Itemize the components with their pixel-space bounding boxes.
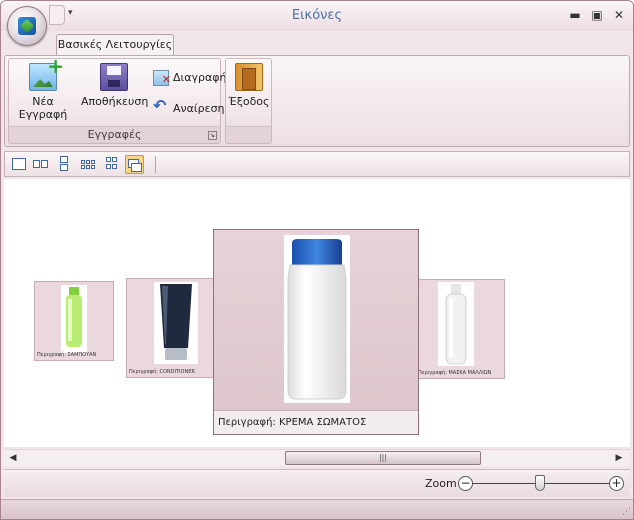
item-caption: Περιγραφή: ΜΑΣΚΑ ΜΑΛΛΙΩΝ	[418, 370, 492, 376]
carousel-view-icon[interactable]	[125, 155, 144, 174]
carousel-item[interactable]: Περιγραφή: CONDITIONER	[126, 278, 214, 378]
zoom-in-button[interactable]: +	[609, 476, 624, 491]
new-record-button[interactable]: Νέα Εγγραφή	[11, 54, 75, 121]
product-image	[284, 235, 350, 403]
new-record-label: Νέα Εγγραφή	[18, 95, 68, 121]
horizontal-scrollbar[interactable]: ◀ ||| ▶	[4, 449, 630, 466]
close-button[interactable]: ✕	[610, 7, 628, 23]
new-image-icon	[29, 54, 64, 91]
save-disk-icon	[100, 63, 128, 91]
status-bar: ⋰	[1, 499, 633, 519]
selected-carousel-item[interactable]: Περιγραφή: ΚΡΕΜΑ ΣΩΜΑΤΟΣ	[213, 229, 419, 435]
zoom-slider-thumb[interactable]	[535, 475, 545, 491]
scroll-left-icon[interactable]: ◀	[6, 451, 20, 465]
resize-grip-icon[interactable]: ⋰	[622, 507, 631, 517]
grid-view-icon[interactable]	[102, 155, 121, 174]
exit-group-label	[226, 126, 271, 142]
exit-label: Έξοδος	[228, 95, 270, 108]
delete-label: Διαγραφή	[173, 71, 227, 84]
product-image	[154, 282, 198, 364]
application-menu-button[interactable]	[7, 6, 47, 46]
exit-button[interactable]: Έξοδος	[228, 63, 270, 108]
selected-item-caption: Περιγραφή: ΚΡΕΜΑ ΣΩΜΑΤΟΣ	[214, 410, 418, 434]
scrollbar-thumb[interactable]: |||	[285, 451, 481, 465]
item-caption: Περιγραφή: CONDITIONER	[129, 369, 195, 375]
exit-group: Έξοδος	[225, 58, 272, 144]
view-mode-toolbar	[4, 151, 630, 177]
minimize-button[interactable]: ▬	[566, 7, 584, 23]
scroll-right-icon[interactable]: ▶	[612, 451, 626, 465]
window-title: Εικόνες	[291, 8, 343, 23]
zoom-bar: Zoom − +	[4, 469, 630, 497]
two-rows-view-icon[interactable]	[55, 155, 74, 174]
images-window: ▾ Εικόνες ▬ ▣ ✕ Βασικές Λειτουργίες Νέα …	[0, 0, 634, 520]
image-carousel: Περιγραφή: ΣΑΜΠΟΥΑΝ Περιγραφή: CONDITION…	[4, 179, 630, 447]
records-group: Νέα Εγγραφή Αποθήκευση Διαγραφή Αναίρεση…	[8, 54, 226, 144]
undo-arrow-icon	[153, 97, 169, 117]
undo-label: Αναίρεση	[173, 102, 225, 115]
maximize-button[interactable]: ▣	[588, 7, 606, 23]
tab-basic-functions[interactable]: Βασικές Λειτουργίες	[56, 34, 174, 56]
records-group-label: Εγγραφές	[9, 126, 220, 142]
small-grid-view-icon[interactable]	[79, 155, 98, 174]
save-button[interactable]: Αποθήκευση	[81, 63, 149, 108]
two-columns-view-icon[interactable]	[32, 155, 51, 174]
undo-button[interactable]: Αναίρεση	[153, 97, 225, 118]
product-image	[438, 282, 474, 366]
delete-image-icon	[153, 70, 171, 89]
toolbar-separator	[155, 156, 156, 173]
ribbon: Νέα Εγγραφή Αποθήκευση Διαγραφή Αναίρεση…	[4, 54, 630, 147]
save-label: Αποθήκευση	[81, 95, 149, 108]
product-image	[61, 285, 87, 353]
zoom-slider-track[interactable]	[472, 483, 618, 484]
zoom-out-button[interactable]: −	[458, 476, 473, 491]
app-logo-icon	[18, 17, 36, 35]
carousel-item[interactable]: Περιγραφή: ΣΑΜΠΟΥΑΝ	[34, 281, 114, 361]
exit-door-icon	[235, 63, 263, 91]
single-view-icon[interactable]	[10, 155, 29, 174]
delete-button[interactable]: Διαγραφή	[153, 69, 227, 89]
carousel-item[interactable]: Περιγραφή: ΜΑΣΚΑ ΜΑΛΛΙΩΝ	[415, 279, 505, 379]
title-bar: ▾ Εικόνες ▬ ▣ ✕	[1, 1, 633, 31]
item-caption: Περιγραφή: ΣΑΜΠΟΥΑΝ	[37, 352, 97, 358]
zoom-label: Zoom	[425, 477, 457, 490]
dialog-launcher-icon[interactable]: ↘	[208, 131, 217, 140]
